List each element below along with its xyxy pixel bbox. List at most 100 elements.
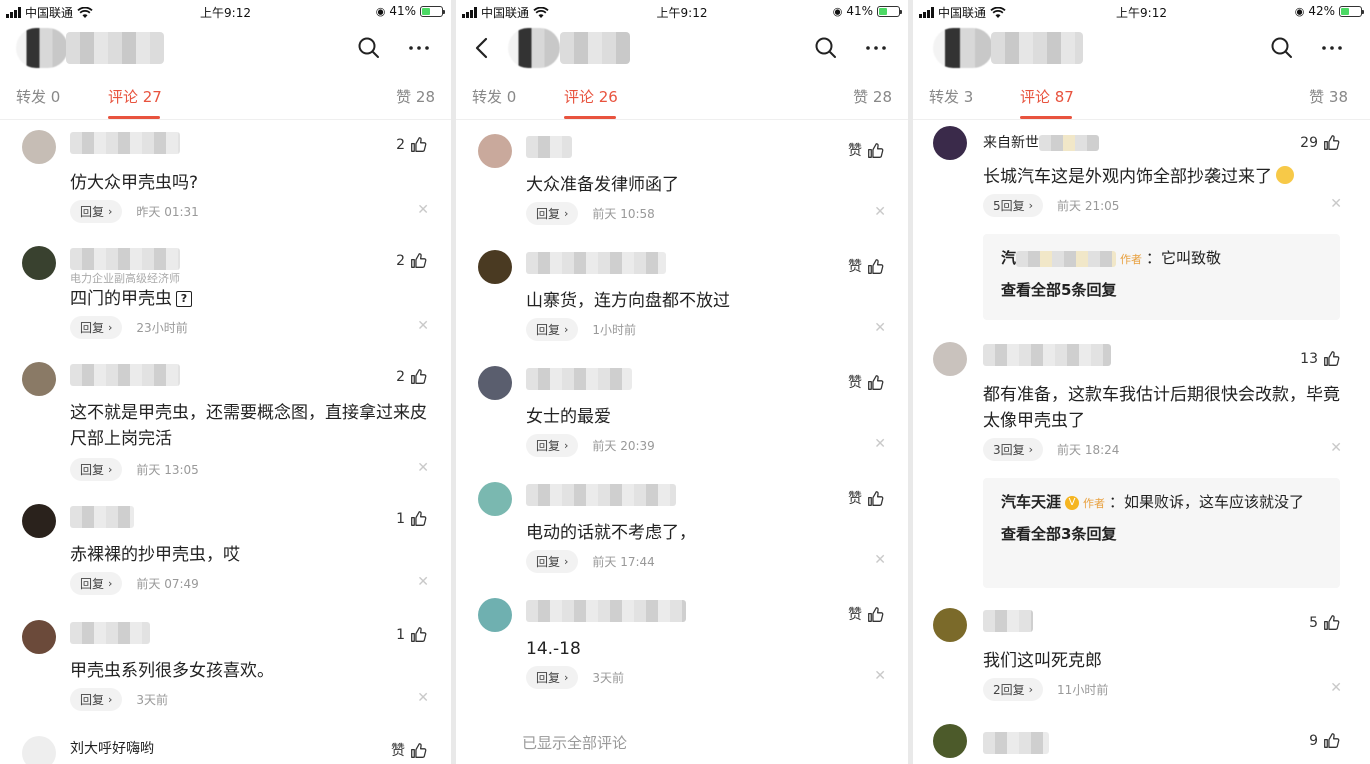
like-button[interactable]: 5 — [1309, 614, 1340, 631]
avatar[interactable] — [478, 482, 512, 516]
reply-preview[interactable]: 汽 作者 ：它叫致敬 查看全部5条回复 — [983, 234, 1340, 320]
phone-panel-3: 中国联通 上午9:12 ◉ 42% 转发 3 评论 87 赞 38 来自新世 2… — [913, 0, 1370, 764]
tab-comments[interactable]: 评论 26 — [564, 86, 618, 107]
tab-comments[interactable]: 评论 87 — [1020, 86, 1074, 107]
username-blurred[interactable] — [526, 600, 686, 622]
like-button[interactable]: 赞 — [848, 372, 884, 392]
search-icon[interactable] — [1270, 36, 1294, 60]
search-icon[interactable] — [814, 36, 838, 60]
like-button[interactable]: 2 — [396, 136, 427, 153]
list-item: 2 这不就是甲壳虫，还需要概念图，直接拿过来皮尺部上岗完活 回复 › 前天 13:0… — [0, 360, 451, 484]
like-button[interactable]: 赞 — [848, 256, 884, 276]
avatar[interactable] — [933, 126, 967, 160]
reply-button[interactable]: 回复 › — [526, 666, 579, 689]
username[interactable]: 来自新世 — [983, 135, 1039, 151]
username-blurred[interactable] — [70, 622, 150, 644]
view-all-replies-link[interactable]: 查看全部5条回复 — [1001, 278, 1322, 302]
username-blurred[interactable] — [70, 248, 180, 270]
reply-button[interactable]: 回复 › — [526, 202, 579, 225]
tab-reposts[interactable]: 转发 0 — [472, 86, 516, 107]
username-blurred[interactable] — [983, 732, 1049, 754]
more-icon[interactable] — [864, 36, 888, 60]
back-icon[interactable] — [472, 36, 492, 60]
reply-button[interactable]: 回复 › — [526, 550, 579, 573]
tab-likes[interactable]: 赞 38 — [1309, 86, 1348, 107]
more-icon[interactable] — [1320, 36, 1344, 60]
like-button[interactable]: 赞 — [391, 740, 427, 760]
username-blurred[interactable] — [526, 136, 572, 158]
avatar[interactable] — [22, 130, 56, 164]
close-icon[interactable]: ✕ — [417, 460, 429, 476]
username-blurred[interactable] — [526, 252, 666, 274]
close-icon[interactable]: ✕ — [417, 690, 429, 706]
author-name[interactable] — [560, 32, 630, 64]
username-blurred[interactable] — [983, 610, 1033, 632]
close-icon[interactable]: ✕ — [1330, 196, 1342, 212]
reply-preview[interactable]: 汽车天涯 V 作者 ：如果败诉，这车应该就没了 查看全部3条回复 — [983, 478, 1340, 588]
avatar[interactable] — [22, 246, 56, 280]
like-button[interactable]: 1 — [396, 510, 427, 527]
like-button[interactable]: 2 — [396, 368, 427, 385]
username-blurred[interactable] — [983, 344, 1111, 366]
reply-button[interactable]: 3回复 › — [983, 438, 1044, 461]
avatar[interactable] — [22, 736, 56, 764]
close-icon[interactable]: ✕ — [874, 204, 886, 220]
like-button[interactable]: 赞 — [848, 140, 884, 160]
reply-button[interactable]: 5回复 › — [983, 194, 1044, 217]
avatar[interactable] — [933, 608, 967, 642]
author-name[interactable] — [991, 32, 1083, 64]
reply-button[interactable]: 回复 › — [70, 316, 123, 339]
username-blurred[interactable] — [70, 506, 134, 528]
more-icon[interactable] — [407, 36, 431, 60]
close-icon[interactable]: ✕ — [874, 436, 886, 452]
like-button[interactable]: 13 — [1300, 350, 1340, 367]
reply-button[interactable]: 回复 › — [70, 688, 123, 711]
avatar[interactable] — [933, 724, 967, 758]
username-blurred[interactable] — [70, 132, 180, 154]
username-blurred[interactable] — [70, 364, 180, 386]
author-avatar[interactable] — [508, 28, 560, 68]
tab-likes[interactable]: 赞 28 — [396, 86, 435, 107]
avatar[interactable] — [478, 366, 512, 400]
tab-comments[interactable]: 评论 27 — [108, 86, 162, 107]
author-avatar[interactable] — [16, 28, 68, 68]
reply-button[interactable]: 回复 › — [70, 458, 123, 481]
author-avatar[interactable] — [933, 28, 993, 68]
close-icon[interactable]: ✕ — [1330, 440, 1342, 456]
avatar[interactable] — [478, 598, 512, 632]
reply-button[interactable]: 2回复 › — [983, 678, 1044, 701]
username-blurred[interactable] — [526, 484, 676, 506]
close-icon[interactable]: ✕ — [417, 318, 429, 334]
like-button[interactable]: 1 — [396, 626, 427, 643]
close-icon[interactable]: ✕ — [417, 574, 429, 590]
avatar[interactable] — [22, 362, 56, 396]
like-button[interactable]: 29 — [1300, 134, 1340, 151]
close-icon[interactable]: ✕ — [874, 552, 886, 568]
avatar[interactable] — [478, 134, 512, 168]
reply-button[interactable]: 回复 › — [526, 318, 579, 341]
close-icon[interactable]: ✕ — [874, 668, 886, 684]
like-button[interactable]: 赞 — [848, 604, 884, 624]
username-blurred[interactable] — [526, 368, 632, 390]
like-button[interactable]: 2 — [396, 252, 427, 269]
reply-button[interactable]: 回复 › — [70, 200, 123, 223]
tab-likes[interactable]: 赞 28 — [853, 86, 892, 107]
close-icon[interactable]: ✕ — [1330, 680, 1342, 696]
avatar[interactable] — [933, 342, 967, 376]
reply-button[interactable]: 回复 › — [526, 434, 579, 457]
like-button[interactable]: 赞 — [848, 488, 884, 508]
avatar[interactable] — [22, 620, 56, 654]
close-icon[interactable]: ✕ — [874, 320, 886, 336]
tab-reposts[interactable]: 转发 0 — [16, 86, 60, 107]
reply-button[interactable]: 回复 › — [70, 572, 123, 595]
username[interactable]: 刘大呼好嗨哟 — [70, 738, 154, 758]
tab-reposts[interactable]: 转发 3 — [929, 86, 973, 107]
like-button[interactable]: 9 — [1309, 732, 1340, 749]
view-all-replies-link[interactable]: 查看全部3条回复 — [1001, 522, 1322, 546]
close-icon[interactable]: ✕ — [417, 202, 429, 218]
avatar[interactable] — [22, 504, 56, 538]
avatar[interactable] — [478, 250, 512, 284]
search-icon[interactable] — [357, 36, 381, 60]
thumbs-up-icon — [411, 137, 427, 152]
author-name[interactable] — [66, 32, 164, 64]
